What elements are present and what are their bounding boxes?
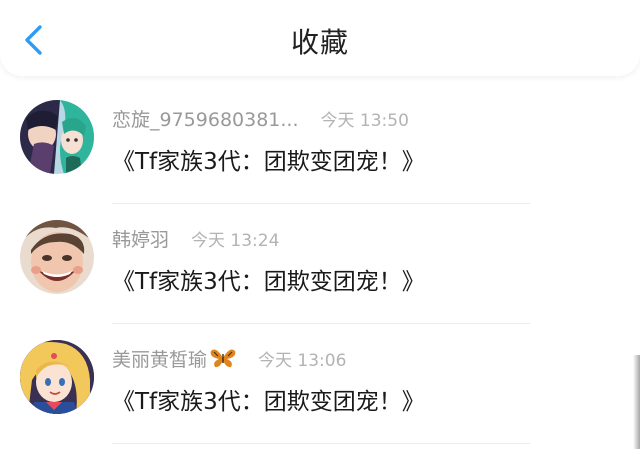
favorites-screen: 收藏 恋旋_9759680381... 今天 13:50 《Tf家族3代：团欺变… [0, 0, 640, 449]
list-item[interactable]: 韩婷羽 今天 13:24 《Tf家族3代：团欺变团宠！》 [0, 204, 640, 324]
username[interactable]: 恋旋_9759680381... [112, 105, 299, 132]
page-title: 收藏 [290, 26, 349, 59]
sailor-moon-avatar [20, 340, 94, 414]
scroll-edge [633, 355, 640, 449]
favorites-list: 恋旋_9759680381... 今天 13:50 《Tf家族3代：团欺变团宠！… [0, 84, 640, 444]
item-content[interactable]: 《Tf家族3代：团欺变团宠！》 [112, 142, 425, 176]
item-meta: 韩婷羽 今天 13:24 [112, 224, 279, 252]
timestamp: 今天 13:24 [191, 230, 280, 251]
username[interactable]: 美丽黄皙瑜 [112, 345, 207, 372]
item-content[interactable]: 《Tf家族3代：团欺变团宠！》 [112, 382, 425, 416]
list-item[interactable]: 恋旋_9759680381... 今天 13:50 《Tf家族3代：团欺变团宠！… [0, 84, 640, 204]
divider [112, 443, 530, 444]
top-bar: 收藏 [0, 0, 640, 76]
list-item[interactable]: 美丽黄皙瑜 今天 13:06 《Tf家族3代：团欺变团宠！》 [0, 324, 640, 444]
avatar[interactable] [20, 220, 94, 294]
butterfly-icon [210, 349, 236, 368]
timestamp: 今天 13:06 [258, 350, 347, 371]
item-meta: 美丽黄皙瑜 今天 13:06 [112, 344, 346, 372]
timestamp: 今天 13:50 [320, 110, 409, 131]
funny-face-avatar [20, 220, 94, 294]
avatar[interactable] [20, 340, 94, 414]
anime-couple-avatar [20, 100, 94, 174]
item-content[interactable]: 《Tf家族3代：团欺变团宠！》 [112, 262, 425, 296]
avatar[interactable] [20, 100, 94, 174]
item-meta: 恋旋_9759680381... 今天 13:50 [112, 104, 409, 132]
username[interactable]: 韩婷羽 [112, 225, 169, 252]
